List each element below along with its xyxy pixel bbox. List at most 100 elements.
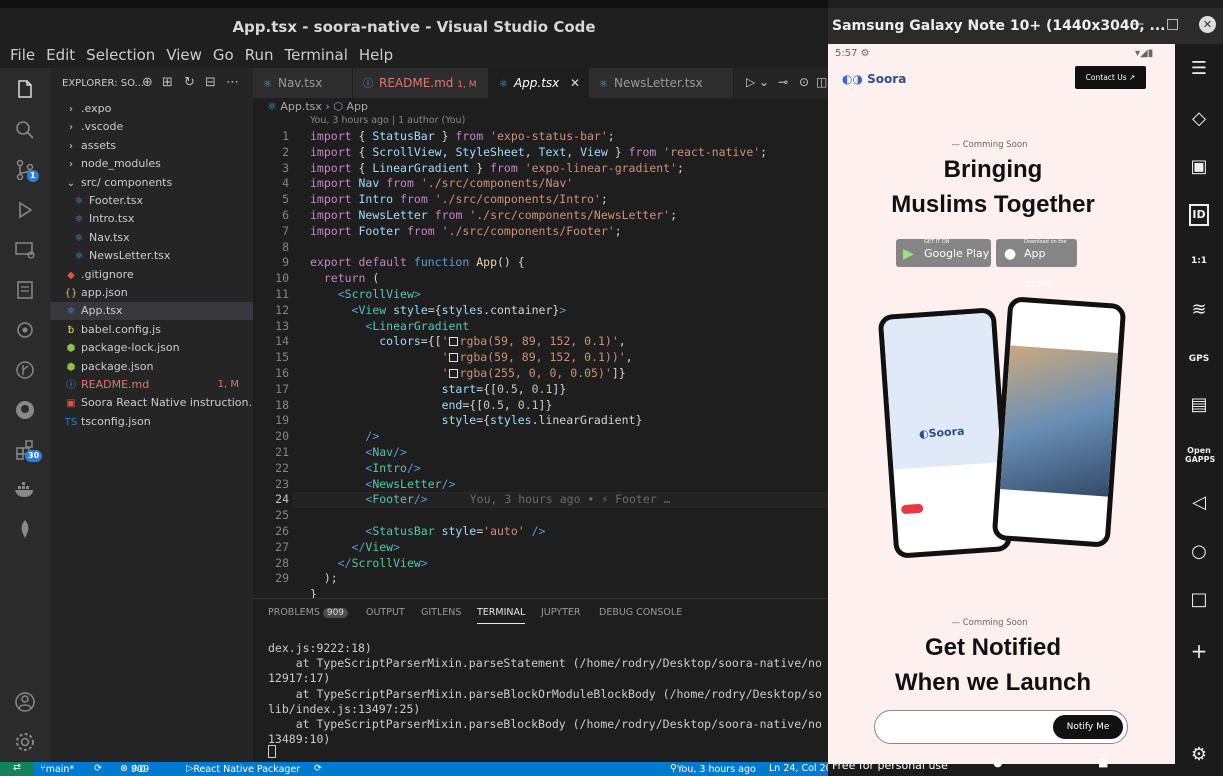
file-item[interactable]: TS tsconfig.json xyxy=(50,413,253,431)
code-line[interactable]: colors={[' rgba(59, 89, 152, 0.1)', xyxy=(310,334,625,348)
nav-recents-icon[interactable]: ■ xyxy=(1098,756,1108,769)
file-item[interactable]: ⚛ NewsLetter.tsx xyxy=(50,247,253,265)
file-item[interactable]: ⚛ Footer.tsx xyxy=(50,192,253,210)
rotate-icon[interactable]: ◇ xyxy=(1185,108,1213,129)
code-line[interactable]: ); xyxy=(310,571,338,585)
folder-item[interactable]: › .expo xyxy=(50,100,253,118)
scale-icon[interactable]: 1:1 xyxy=(1185,256,1213,266)
gitlens-icon[interactable] xyxy=(13,318,37,342)
menu-run[interactable]: Run xyxy=(245,46,281,68)
code-line[interactable]: /> xyxy=(310,429,379,443)
code-line[interactable]: <StatusBar style='auto' /> xyxy=(310,524,545,538)
code-line[interactable]: ' rgba(255, 0, 0, 0.05)']} xyxy=(310,366,626,380)
tab-readme[interactable]: ⓘ README.md 1, M xyxy=(353,68,489,98)
account-icon[interactable] xyxy=(13,690,37,714)
file-item[interactable]: ⬢ package-lock.json xyxy=(50,339,253,357)
code-line[interactable]: <Nav/> xyxy=(310,445,407,459)
code-line[interactable]: <LinearGradient xyxy=(310,319,469,333)
tab-app[interactable]: ⚛ App.tsx ✕ xyxy=(489,68,589,98)
id-icon[interactable]: ID xyxy=(1189,204,1209,226)
breadcrumb-file[interactable]: App.tsx xyxy=(280,100,322,113)
sync-icon[interactable]: ⟳ xyxy=(94,763,102,774)
breadcrumb-symbol[interactable]: App xyxy=(346,100,368,113)
gps-icon[interactable]: GPS xyxy=(1185,354,1213,364)
explorer-icon[interactable] xyxy=(13,78,37,102)
code-line[interactable]: <NewsLetter/> xyxy=(310,477,455,491)
open-changes-icon[interactable]: ⊙ xyxy=(799,75,809,89)
app-store-button[interactable]: ● Download on the App Store xyxy=(996,239,1077,290)
menu-icon[interactable]: ☰ xyxy=(1185,58,1213,79)
gitlens-compare-icon[interactable]: ⊸ xyxy=(778,75,788,89)
search-icon[interactable] xyxy=(13,118,37,142)
panel-tab-problems[interactable]: PROBLEMS 909 xyxy=(268,607,349,618)
folder-item[interactable]: › .vscode xyxy=(50,118,253,136)
inline-blame[interactable]: You, 3 hours ago • ⚡ Footer … xyxy=(470,492,671,506)
mongodb-icon[interactable] xyxy=(13,518,37,542)
testing-icon[interactable] xyxy=(13,278,37,302)
remote-explorer-icon[interactable] xyxy=(13,238,37,262)
new-file-icon[interactable]: ⊕ xyxy=(142,75,153,90)
google-play-button[interactable]: ▶ GET IT ON Google Play xyxy=(896,239,991,267)
code-line[interactable]: <View style={styles.container}> xyxy=(310,303,567,317)
code-line[interactable]: import { StatusBar } from 'expo-status-b… xyxy=(310,129,615,143)
color-swatch-icon[interactable] xyxy=(448,337,458,347)
code-line[interactable]: import Nav from './src/components/Nav' xyxy=(310,176,573,190)
menu-go[interactable]: Go xyxy=(213,46,241,68)
code-line[interactable]: <Footer/> You, 3 hours ago • ⚡ Footer … xyxy=(310,492,671,506)
code-line[interactable]: } xyxy=(310,587,317,598)
file-item[interactable]: ⓘ README.md 1, M xyxy=(50,376,253,394)
new-folder-icon[interactable]: ⊞ xyxy=(162,75,173,90)
refresh-status-icon[interactable]: ⟳ xyxy=(314,763,322,774)
media-icon[interactable]: ▤ xyxy=(1185,394,1213,415)
contact-us-button[interactable]: Contact Us ↗ xyxy=(1075,66,1146,89)
code-line[interactable]: <Intro/> xyxy=(310,461,420,475)
color-swatch-icon[interactable] xyxy=(448,369,458,378)
phone-screen[interactable]: 5:57 ⚙ ▾◢▮ ◐◑ Soora Contact Us ↗ — Commin… xyxy=(828,44,1175,764)
nav-home-icon[interactable]: ● xyxy=(993,756,1003,769)
problems-indicator[interactable]: ⊗ 909 ⚠ 0 xyxy=(120,763,149,775)
menu-view[interactable]: View xyxy=(166,46,209,68)
menu-edit[interactable]: Edit xyxy=(46,46,82,68)
extensions-icon[interactable]: 30 xyxy=(13,438,43,462)
notify-me-button[interactable]: Notify Me xyxy=(1053,715,1123,739)
file-item[interactable]: ⚛ Intro.tsx xyxy=(50,210,253,228)
screen-record-icon[interactable]: ▣ xyxy=(1185,156,1213,177)
folder-item[interactable]: ⌄ src/ components xyxy=(50,174,253,192)
code-editor[interactable]: 1 2 3 4 5 6 7 8 9 10 11 12 13 14 15 16 17 18 19 20 21 22 23 24 2… xyxy=(253,128,828,598)
file-item[interactable]: ƀ babel.config.js xyxy=(50,321,253,339)
close-window-icon[interactable]: ✕ xyxy=(1199,16,1216,33)
collapse-all-icon[interactable]: ⊟ xyxy=(205,75,216,90)
folder-item[interactable]: › node_modules xyxy=(50,155,253,173)
code-line[interactable]: ' rgba(59, 89, 152, 0.1))', xyxy=(310,350,633,364)
cursor-position[interactable]: Ln 24, Col 20 xyxy=(769,763,832,774)
code-line[interactable]: return ( xyxy=(310,271,379,285)
close-icon[interactable]: ✕ xyxy=(570,68,580,98)
code-line[interactable]: import NewsLetter from './src/components… xyxy=(310,208,677,222)
docker-icon[interactable] xyxy=(13,478,37,502)
branch-indicator[interactable]: ⑂ main* xyxy=(40,763,74,775)
code-line[interactable]: start={[0.5, 0.1]} xyxy=(310,382,567,396)
menu-file[interactable]: File xyxy=(10,46,42,68)
back-icon[interactable]: ◁ xyxy=(1185,492,1213,513)
minimize-icon[interactable]: — xyxy=(1130,16,1144,32)
soora-logo[interactable]: ◐◑ Soora xyxy=(842,72,906,86)
panel-tab-terminal[interactable]: TERMINAL xyxy=(477,607,526,624)
split-editor-icon[interactable]: ◫ xyxy=(816,75,827,89)
file-item[interactable]: ◆ .gitignore xyxy=(50,266,253,284)
open-gapps-icon[interactable]: Open GAPPS xyxy=(1185,446,1215,464)
tab-nav[interactable]: ⚛ Nav.tsx xyxy=(253,68,353,98)
panel-tab-debug-console[interactable]: DEBUG CONSOLE xyxy=(599,607,682,618)
more-actions-icon[interactable]: ⋯ xyxy=(226,75,239,90)
code-line[interactable]: import Intro from './src/components/Intr… xyxy=(310,192,608,206)
refresh-icon[interactable]: ↻ xyxy=(184,75,195,90)
code-line[interactable]: <ScrollView> xyxy=(310,287,421,301)
file-item[interactable]: ▣ Soora React Native instruction... xyxy=(50,394,253,412)
maximize-icon[interactable]: □ xyxy=(1166,16,1179,32)
manage-gear-icon[interactable] xyxy=(13,730,37,754)
code-line[interactable]: import Footer from './src/components/Foo… xyxy=(310,224,622,238)
panel-tab-output[interactable]: OUTPUT xyxy=(366,607,405,618)
menu-terminal[interactable]: Terminal xyxy=(285,46,355,68)
blame-status[interactable]: ⚲ You, 3 hours ago xyxy=(670,763,756,775)
folder-item[interactable]: › assets xyxy=(50,137,253,155)
codelens-blame[interactable]: You, 3 hours ago | 1 author (You) xyxy=(310,115,465,126)
